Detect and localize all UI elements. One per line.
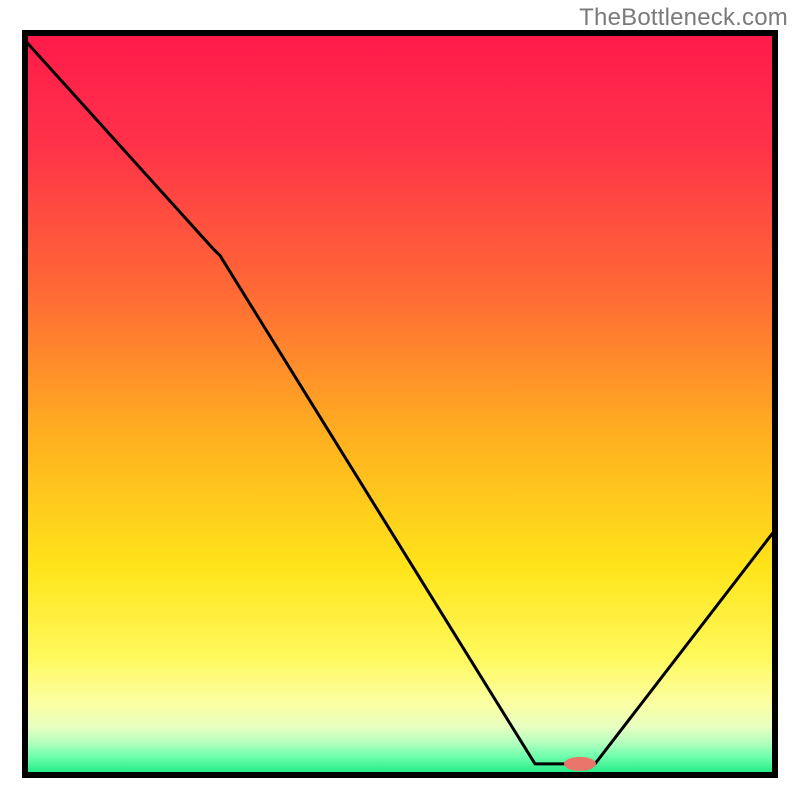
optimal-marker [564,757,596,771]
chart-background [25,33,775,775]
chart-svg [0,0,800,800]
chart-frame: TheBottleneck.com [0,0,800,800]
watermark-text: TheBottleneck.com [579,4,788,32]
